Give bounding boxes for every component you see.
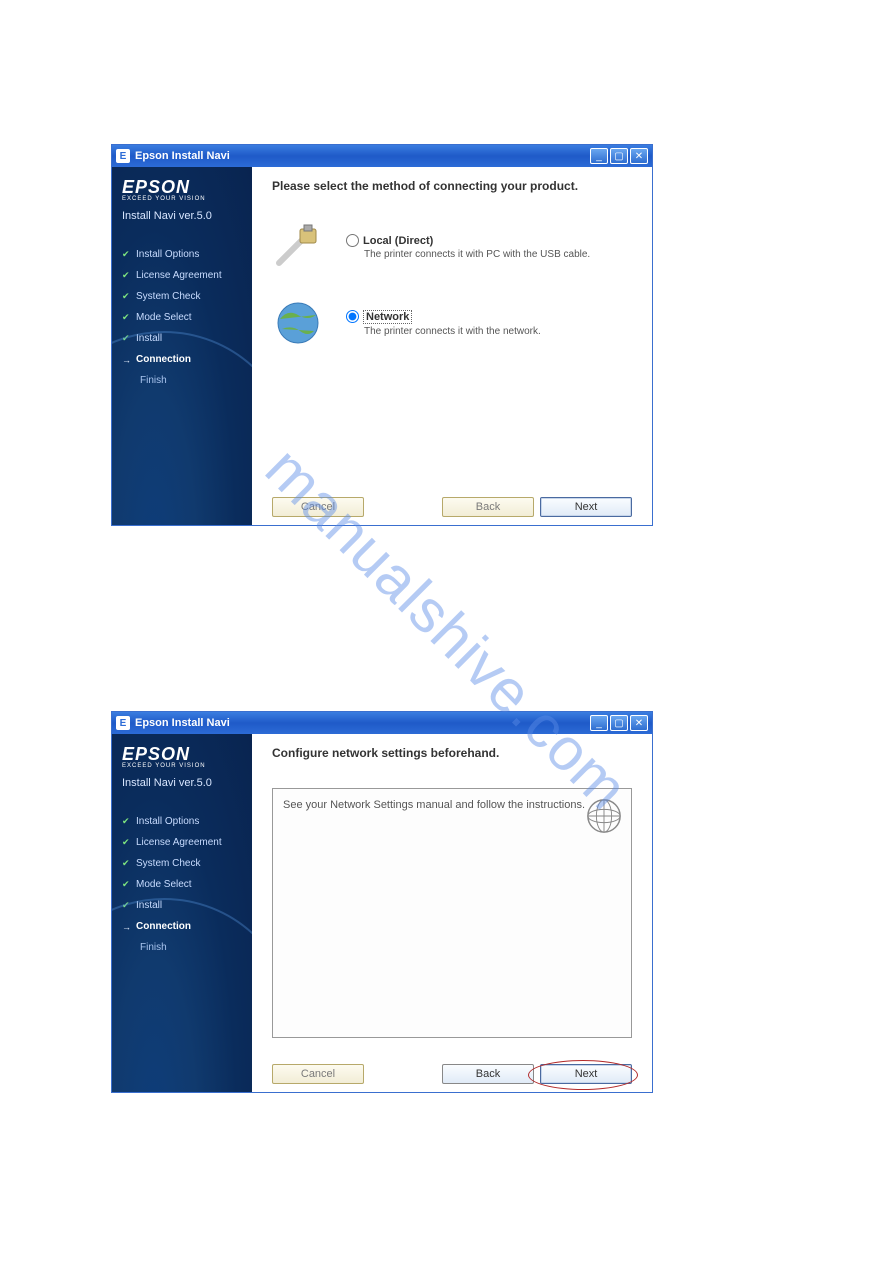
check-icon: ✔ bbox=[122, 858, 132, 869]
option-local[interactable]: Local (Direct) The printer connects it w… bbox=[272, 221, 632, 273]
brand-tagline: EXCEED YOUR VISION bbox=[122, 196, 244, 202]
step-install-options: ✔ Install Options bbox=[122, 811, 244, 832]
page-heading: Configure network settings beforehand. bbox=[272, 746, 632, 760]
step-finish: Finish bbox=[122, 937, 244, 958]
step-label: Connection bbox=[136, 354, 191, 365]
step-label: System Check bbox=[136, 858, 200, 869]
step-label: Connection bbox=[136, 921, 191, 932]
check-icon: ✔ bbox=[122, 291, 132, 302]
cancel-button[interactable]: Cancel bbox=[272, 1064, 364, 1084]
titlebar-controls: _ ▢ ✕ bbox=[590, 148, 648, 164]
arrow-icon: → bbox=[122, 922, 132, 932]
step-label: License Agreement bbox=[136, 837, 222, 848]
step-label: Install bbox=[136, 333, 162, 344]
option-network-label: Network bbox=[363, 310, 412, 324]
next-button[interactable]: Next bbox=[540, 1064, 632, 1084]
titlebar: E Epson Install Navi _ ▢ ✕ bbox=[112, 145, 652, 167]
option-network-desc: The printer connects it with the network… bbox=[364, 326, 541, 337]
step-label: Finish bbox=[140, 375, 167, 386]
step-system-check: ✔ System Check bbox=[122, 286, 244, 307]
brand-logo: EPSON bbox=[122, 177, 244, 198]
check-icon: ✔ bbox=[122, 879, 132, 890]
content-area: Configure network settings beforehand. S… bbox=[252, 734, 652, 1092]
option-local-desc: The printer connects it with PC with the… bbox=[364, 249, 590, 260]
sidebar: EPSON EXCEED YOUR VISION Install Navi ve… bbox=[112, 167, 252, 525]
step-label: Install bbox=[136, 900, 162, 911]
close-button[interactable]: ✕ bbox=[630, 148, 648, 164]
back-button[interactable]: Back bbox=[442, 497, 534, 517]
step-finish: Finish bbox=[122, 370, 244, 391]
step-list: ✔ Install Options ✔ License Agreement ✔ Sys… bbox=[122, 811, 244, 958]
instruction-box: See your Network Settings manual and fol… bbox=[272, 788, 632, 1038]
app-icon: E bbox=[116, 716, 130, 730]
step-label: Finish bbox=[140, 942, 167, 953]
button-row: Cancel Back Next bbox=[272, 487, 632, 517]
minimize-button[interactable]: _ bbox=[590, 148, 608, 164]
version-label: Install Navi ver.5.0 bbox=[122, 777, 244, 789]
check-icon: ✔ bbox=[122, 837, 132, 848]
step-list: ✔ Install Options ✔ License Agreement ✔ Sys… bbox=[122, 244, 244, 391]
check-icon: ✔ bbox=[122, 312, 132, 323]
radio-local[interactable] bbox=[346, 234, 359, 247]
option-local-label: Local (Direct) bbox=[363, 235, 433, 247]
installer-dialog-1: E Epson Install Navi _ ▢ ✕ EPSON EXCEED … bbox=[112, 145, 652, 525]
sidebar: EPSON EXCEED YOUR VISION Install Navi ve… bbox=[112, 734, 252, 1092]
step-install: ✔ Install bbox=[122, 895, 244, 916]
check-icon: ✔ bbox=[122, 270, 132, 281]
instruction-text: See your Network Settings manual and fol… bbox=[283, 799, 585, 811]
step-mode-select: ✔ Mode Select bbox=[122, 307, 244, 328]
content-area: Please select the method of connecting y… bbox=[252, 167, 652, 525]
step-connection: → Connection bbox=[122, 916, 244, 937]
check-icon: ✔ bbox=[122, 249, 132, 260]
cancel-button[interactable]: Cancel bbox=[272, 497, 364, 517]
step-label: Mode Select bbox=[136, 312, 192, 323]
installer-dialog-2: E Epson Install Navi _ ▢ ✕ EPSON EXCEED … bbox=[112, 712, 652, 1092]
check-icon: ✔ bbox=[122, 900, 132, 911]
page-heading: Please select the method of connecting y… bbox=[272, 179, 632, 193]
titlebar: E Epson Install Navi _ ▢ ✕ bbox=[112, 712, 652, 734]
step-label: System Check bbox=[136, 291, 200, 302]
next-button[interactable]: Next bbox=[540, 497, 632, 517]
arrow-icon: → bbox=[122, 355, 132, 365]
maximize-button[interactable]: ▢ bbox=[610, 148, 628, 164]
step-label: Mode Select bbox=[136, 879, 192, 890]
step-system-check: ✔ System Check bbox=[122, 853, 244, 874]
option-network[interactable]: Network The printer connects it with the… bbox=[272, 297, 632, 349]
step-license-agreement: ✔ License Agreement bbox=[122, 832, 244, 853]
globe-icon bbox=[272, 297, 324, 349]
step-install-options: ✔ Install Options bbox=[122, 244, 244, 265]
window-title: Epson Install Navi bbox=[135, 717, 590, 729]
window-title: Epson Install Navi bbox=[135, 150, 590, 162]
button-row: Cancel Back Next bbox=[272, 1054, 632, 1084]
titlebar-controls: _ ▢ ✕ bbox=[590, 715, 648, 731]
maximize-button[interactable]: ▢ bbox=[610, 715, 628, 731]
globe-wire-icon bbox=[585, 797, 623, 835]
version-label: Install Navi ver.5.0 bbox=[122, 210, 244, 222]
check-icon: ✔ bbox=[122, 816, 132, 827]
step-label: Install Options bbox=[136, 249, 199, 260]
brand-logo: EPSON bbox=[122, 744, 244, 765]
check-icon: ✔ bbox=[122, 333, 132, 344]
step-license-agreement: ✔ License Agreement bbox=[122, 265, 244, 286]
step-connection: → Connection bbox=[122, 349, 244, 370]
close-button[interactable]: ✕ bbox=[630, 715, 648, 731]
back-button[interactable]: Back bbox=[442, 1064, 534, 1084]
usb-cable-icon bbox=[272, 221, 324, 273]
step-mode-select: ✔ Mode Select bbox=[122, 874, 244, 895]
step-label: License Agreement bbox=[136, 270, 222, 281]
app-icon: E bbox=[116, 149, 130, 163]
step-label: Install Options bbox=[136, 816, 199, 827]
brand-tagline: EXCEED YOUR VISION bbox=[122, 763, 244, 769]
step-install: ✔ Install bbox=[122, 328, 244, 349]
minimize-button[interactable]: _ bbox=[590, 715, 608, 731]
radio-network[interactable] bbox=[346, 310, 359, 323]
